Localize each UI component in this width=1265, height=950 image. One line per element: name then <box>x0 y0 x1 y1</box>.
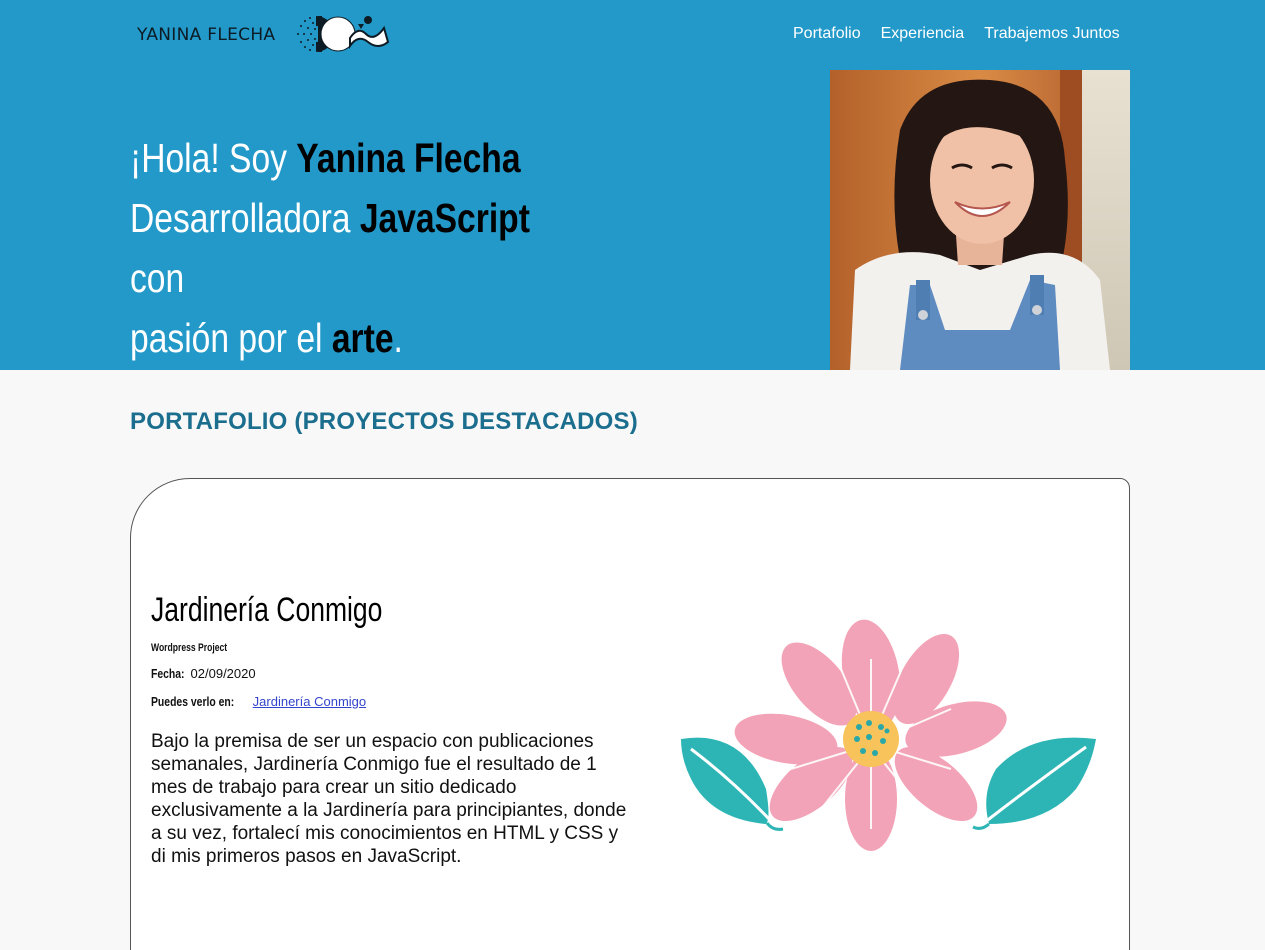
nav-link-experiencia[interactable]: Experiencia <box>881 25 965 43</box>
hero-banner: YANINA FLECHA Portafolio Experiencia Tra… <box>0 0 1265 370</box>
project-date-row: Fecha: 02/09/2020 <box>151 666 256 681</box>
project-description: Bajo la premisa de ser un espacio con pu… <box>151 731 627 867</box>
project-type: Wordpress Project <box>151 642 228 654</box>
nav-link-trabajemos-juntos[interactable]: Trabajemos Juntos <box>984 25 1119 43</box>
project-link-label: Puedes verlo en: <box>151 694 235 709</box>
headline-text: . <box>393 315 403 361</box>
project-date-label: Fecha: <box>151 666 185 681</box>
hero-headline: ¡Hola! Soy Yanina Flecha Desarrolladora … <box>130 128 589 368</box>
project-card: Jardinería Conmigo Wordpress Project Fec… <box>130 478 1130 950</box>
main-nav: Portafolio Experiencia Trabajemos Juntos <box>793 25 1120 43</box>
headline-highlight-javascript: JavaScript <box>359 195 530 241</box>
portfolio-section-title: PORTAFOLIO (PROYECTOS DESTACADOS) <box>130 408 638 435</box>
headline-text: Desarrolladora <box>130 195 360 241</box>
project-title: Jardinería Conmigo <box>151 591 383 629</box>
headline-highlight-name: Yanina Flecha <box>296 135 521 181</box>
brand-name[interactable]: YANINA FLECHA <box>137 25 275 45</box>
project-link-row: Puedes verlo en: Jardinería Conmigo <box>151 694 366 709</box>
headline-highlight-arte: arte <box>331 315 394 361</box>
headline-text: con <box>130 255 185 301</box>
brand-logo-icon[interactable] <box>292 12 392 56</box>
nav-link-portafolio[interactable]: Portafolio <box>793 25 861 43</box>
profile-photo <box>830 70 1130 370</box>
flower-illustration-icon <box>681 619 1096 851</box>
page: YANINA FLECHA Portafolio Experiencia Tra… <box>0 0 1265 950</box>
profile-photo-image <box>830 70 1130 370</box>
project-date-value: 02/09/2020 <box>190 666 256 681</box>
project-link[interactable]: Jardinería Conmigo <box>253 694 366 709</box>
headline-text: ¡Hola! Soy <box>130 135 297 181</box>
leaf-right-icon <box>972 737 1096 831</box>
headline-text: pasión por el <box>130 315 332 361</box>
